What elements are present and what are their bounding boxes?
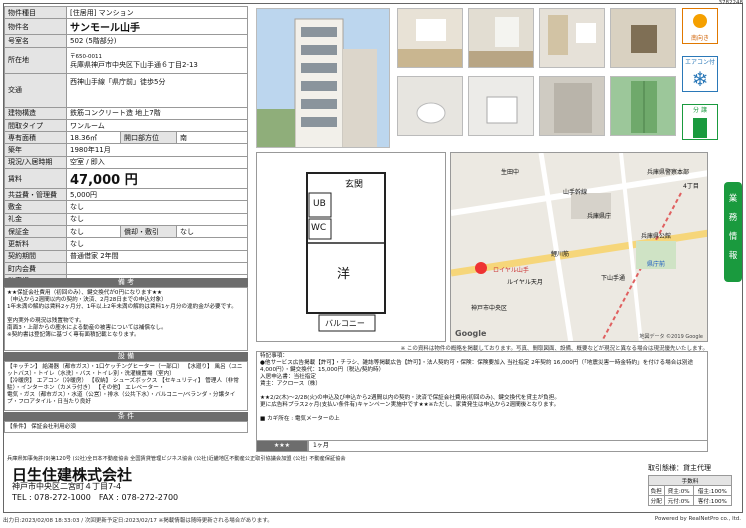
map-label: 神戸市中央区 [471,305,508,312]
stars-value: 1ヶ月 [308,440,708,452]
facilities-header: 設 備 [4,352,248,361]
floor-ub-label: UB [313,199,326,209]
map-label: 鯉川筋 [551,251,570,258]
google-logo: Google [455,329,487,338]
remarks-body: ★★保証会社費用（初回のみ）、鍵交換代が0円になります★★ （申込から2週間以内の… [4,287,248,351]
footer: 出力日:2023/02/08 18:33:03 / 次回更新予定日:2023/0… [3,516,741,524]
map-label: 下山手通 [601,275,626,282]
floor-plan: 玄関 UB WC 洋 バルコニー [256,152,446,342]
business-info-tab[interactable]: 業務情報 [724,182,742,282]
company-address: 神戸市中央区二宮町４丁目7-4 TEL : 078-272-1000 FAX :… [12,482,179,502]
association-line: 兵庫県知事免許(9)第120号 (公社)全日本不動産協会 全国賃貸管理ビジネス協… [7,456,346,462]
document-id: 3782248 [718,0,744,6]
special-remarks: 特記事項： ●他サービス広告掲載【許可】・チラシ、雑誌等掲載広告【許可】・法人契… [256,351,708,441]
building-photo [256,8,390,148]
map-label: ルイヤル天月 [507,279,543,286]
room-photo-4 [610,8,676,68]
map-attribution: 地図データ ©2019 Google [639,334,703,340]
spec-table: 物件種目 [住居用] マンション 物件名 サンモール山手 号室名 502 (5階部分)… [4,5,248,288]
map-label: 県庁前 [647,261,666,268]
map-label: 山手幹線 [563,189,588,196]
floor-room-label: 洋 [337,267,351,282]
floor-wc-label: WC [311,223,327,233]
transaction-info: 取引態様：貸主代理 手数料 負担 貸主:0% 借主:100% 分配 元付:0% 客付:1… [648,463,733,506]
room-photo-8 [610,76,676,136]
room-photo-2 [468,8,534,68]
room-photo-6 [468,76,534,136]
floor-entrance-label: 玄関 [345,180,364,190]
map-label: 兵庫県公館 [641,233,672,240]
map-label: 兵庫県庁 [587,213,612,220]
rent-price: 47,000 円 [66,168,248,190]
map-label: 4丁目 [683,183,699,190]
tile-south-facing: 南向き [682,8,718,44]
room-photo-5 [397,76,463,136]
map-label: 兵庫県警察本部 [647,169,690,176]
facilities-body: 【キッチン】 給湯器（都市ガス）・1口ケッチングヒーター（一部口） 【水廻り】 … [4,361,248,411]
conditions-header: 条 件 [4,412,248,421]
stars-label: ★★★ [256,440,308,452]
remarks-header: 備 考 [4,278,248,287]
room-photo-7 [539,76,605,136]
conditions-body: 【条件】 保証会社利用必須 [4,421,248,433]
map-label: 生田中 [501,169,520,176]
tile-condo: 分 譲 [682,104,718,140]
room-photo-3 [539,8,605,68]
room-photo-1 [397,8,463,68]
map-label: ロイヤル山手 [493,267,529,274]
property-name: サンモール山手 [66,18,248,36]
svg-text:❄: ❄ [692,67,709,91]
floor-balcony-label: バルコニー [325,319,365,328]
tile-air-conditioner: エアコン付 ❄ [682,56,718,92]
location-map[interactable]: 兵庫県警察本部 山手幹線 兵庫県公館 兵庫県庁 県庁前 ロイヤル山手 ルイヤル天… [450,152,708,342]
